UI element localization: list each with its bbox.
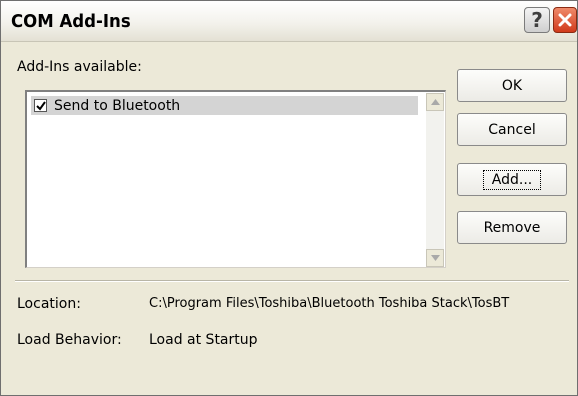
scroll-up-icon bbox=[430, 99, 440, 105]
scroll-up-button[interactable] bbox=[426, 93, 444, 111]
addin-checkbox[interactable] bbox=[34, 99, 47, 112]
location-label: Location: bbox=[17, 296, 81, 312]
close-button[interactable] bbox=[553, 7, 577, 33]
close-icon bbox=[558, 13, 572, 27]
title-bar: COM Add-Ins ? bbox=[1, 1, 577, 42]
addins-available-label: Add-Ins available: bbox=[17, 59, 142, 75]
checkmark-icon bbox=[35, 100, 46, 111]
load-behavior-label: Load Behavior: bbox=[17, 332, 122, 348]
com-addins-dialog: COM Add-Ins ? Add-Ins available: Send to… bbox=[0, 0, 578, 396]
list-item-send-to-bluetooth[interactable]: Send to Bluetooth bbox=[31, 96, 418, 115]
help-button[interactable]: ? bbox=[524, 7, 550, 33]
add-button[interactable]: Add... bbox=[457, 163, 567, 196]
vertical-scrollbar[interactable] bbox=[426, 93, 444, 267]
addins-listbox[interactable]: Send to Bluetooth bbox=[25, 90, 446, 268]
remove-button-label: Remove bbox=[483, 219, 541, 236]
load-behavior-value: Load at Startup bbox=[149, 332, 258, 348]
location-value: C:\Program Files\Toshiba\Bluetooth Toshi… bbox=[149, 296, 510, 311]
separator bbox=[15, 280, 569, 282]
remove-button[interactable]: Remove bbox=[457, 211, 567, 244]
ok-button-label: OK bbox=[501, 77, 523, 94]
cancel-button[interactable]: Cancel bbox=[457, 113, 567, 146]
ok-button[interactable]: OK bbox=[457, 69, 567, 102]
dialog-title: COM Add-Ins bbox=[11, 11, 131, 32]
cancel-button-label: Cancel bbox=[488, 121, 536, 138]
help-icon: ? bbox=[531, 8, 543, 32]
scroll-down-icon bbox=[430, 255, 440, 261]
add-button-label: Add... bbox=[482, 169, 542, 190]
list-item-label: Send to Bluetooth bbox=[54, 97, 181, 114]
scroll-down-button[interactable] bbox=[426, 249, 444, 267]
